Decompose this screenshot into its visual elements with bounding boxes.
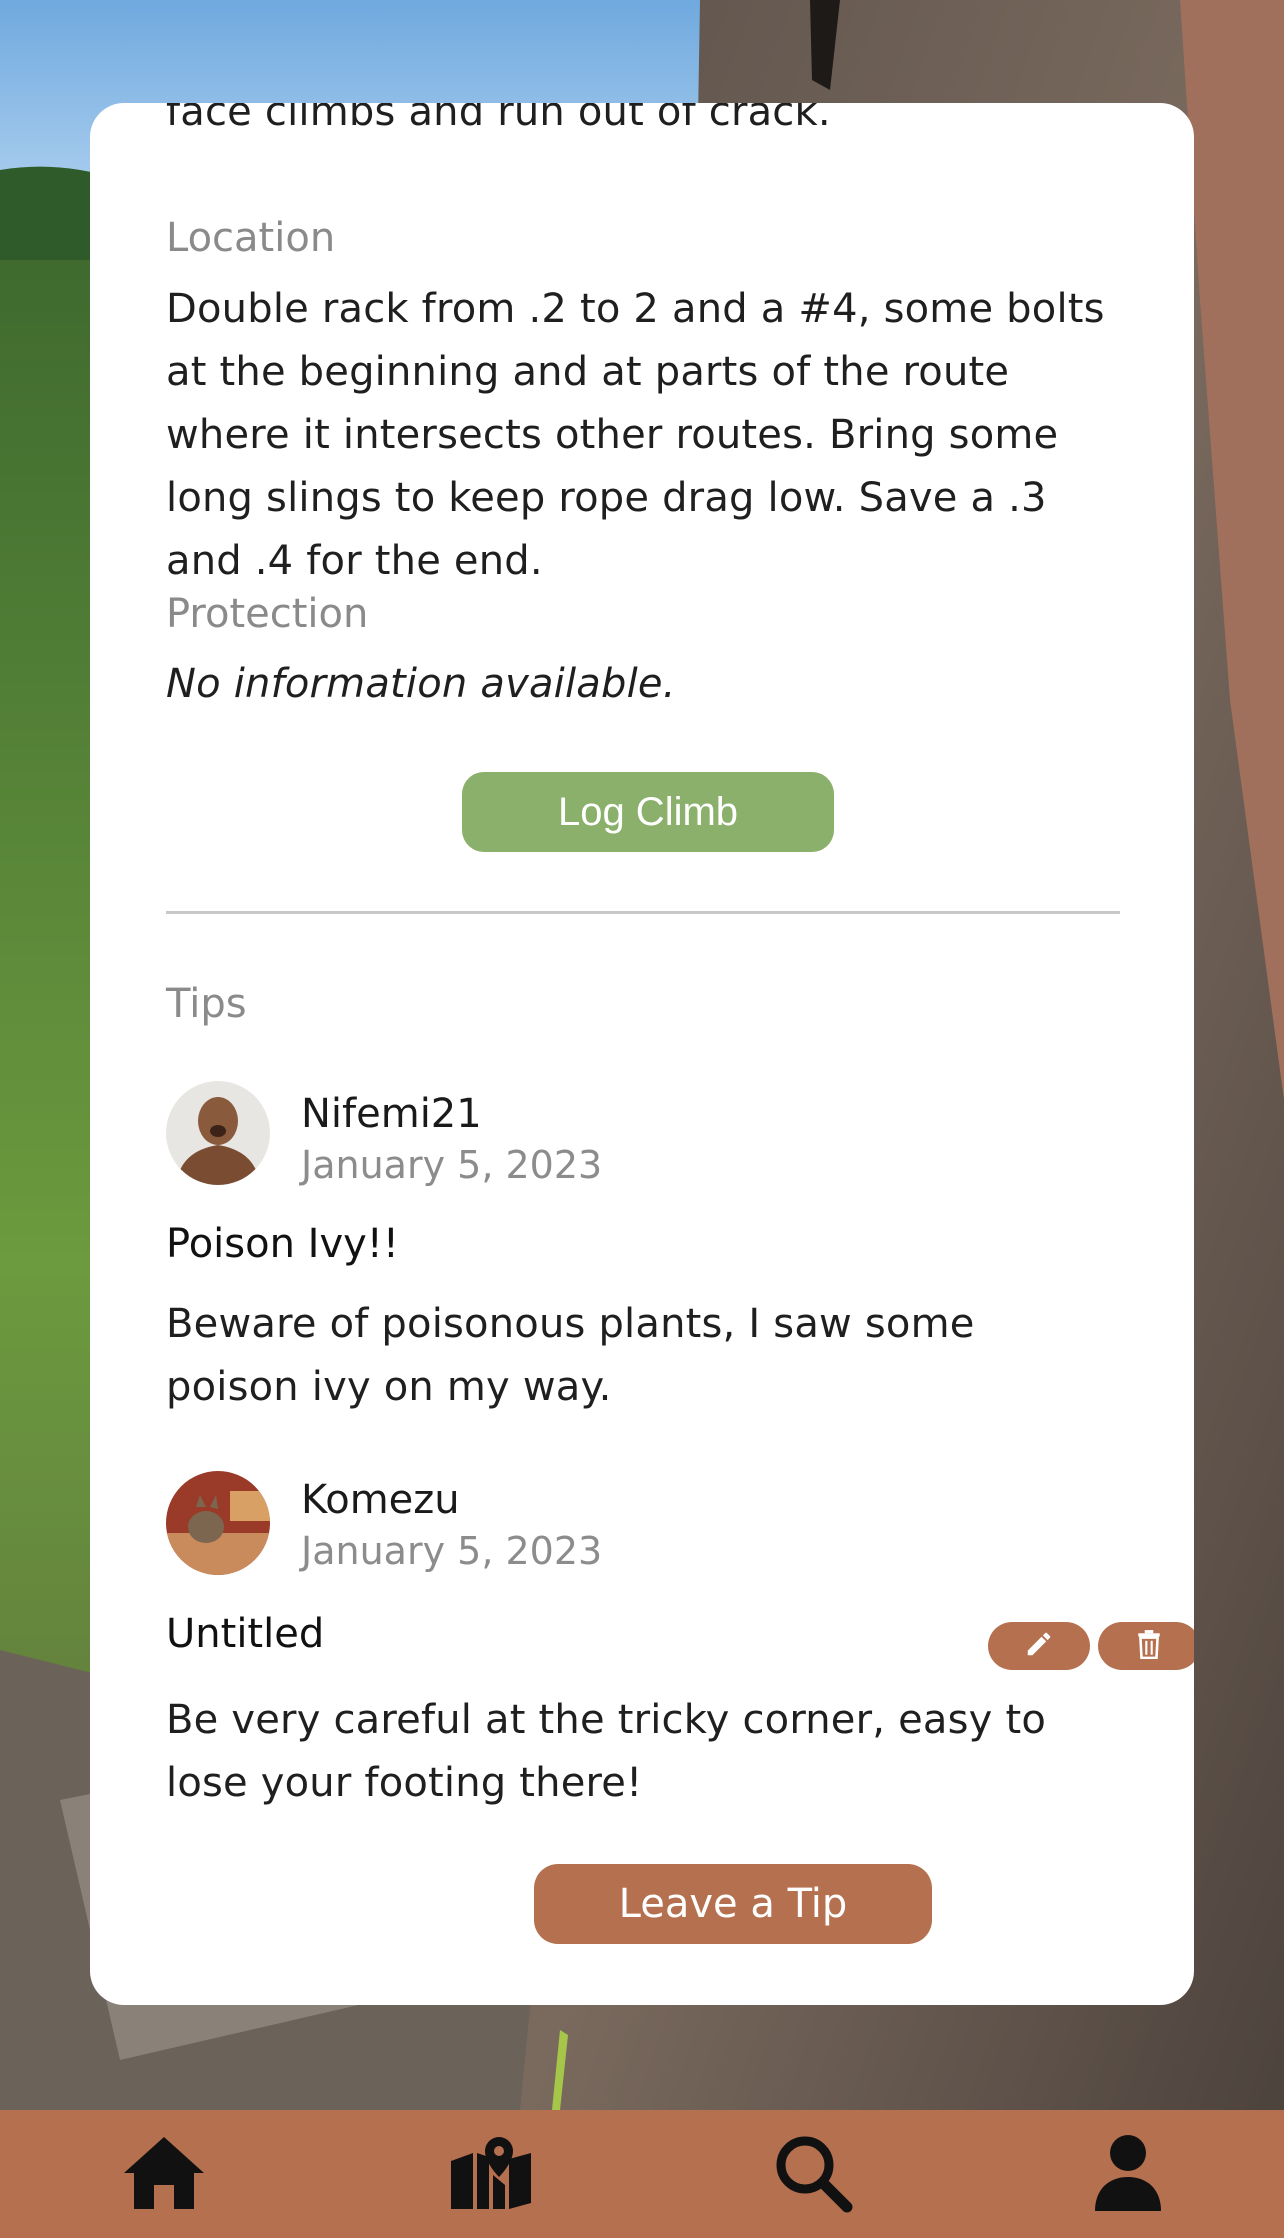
tip-body: Beware of poisonous plants, I saw some p… — [166, 1301, 975, 1410]
log-climb-button[interactable]: Log Climb — [462, 772, 834, 852]
nav-map-button[interactable] — [446, 2130, 536, 2220]
route-details-card[interactable]: face climbs and run out of crack. Locati… — [90, 103, 1194, 2005]
tip-date: January 5, 2023 — [301, 1143, 603, 1187]
section-divider — [166, 911, 1120, 914]
protection-label: Protection — [166, 591, 369, 637]
avatar[interactable] — [166, 1471, 270, 1575]
nav-search-button[interactable] — [768, 2130, 858, 2220]
tip-author[interactable]: Nifemi21 — [301, 1091, 482, 1137]
edit-tip-button[interactable] — [988, 1622, 1090, 1670]
profile-icon — [1093, 2133, 1163, 2217]
trash-icon — [1136, 1629, 1162, 1663]
location-text: Double rack from .2 to 2 and a #4, some … — [166, 286, 1105, 584]
nav-profile-button[interactable] — [1083, 2130, 1173, 2220]
tips-label: Tips — [166, 981, 247, 1027]
nav-home-button[interactable] — [119, 2130, 209, 2220]
pencil-icon — [1024, 1629, 1054, 1663]
route-description-tail: face climbs and run out of crack. — [166, 103, 831, 135]
leave-tip-button[interactable]: Leave a Tip — [534, 1864, 932, 1944]
location-label: Location — [166, 215, 336, 261]
bottom-navigation — [0, 2110, 1284, 2238]
delete-tip-button[interactable] — [1098, 1622, 1194, 1670]
avatar[interactable] — [166, 1081, 270, 1185]
tip-title: Untitled — [166, 1611, 325, 1657]
tip-title: Poison Ivy!! — [166, 1221, 399, 1267]
home-icon — [122, 2135, 206, 2215]
tip-date: January 5, 2023 — [301, 1529, 603, 1573]
tip-author[interactable]: Komezu — [301, 1477, 460, 1523]
search-icon — [773, 2133, 853, 2217]
protection-text: No information available. — [166, 661, 676, 707]
tip-body: Be very careful at the tricky corner, ea… — [166, 1697, 1046, 1806]
map-icon — [449, 2135, 533, 2215]
